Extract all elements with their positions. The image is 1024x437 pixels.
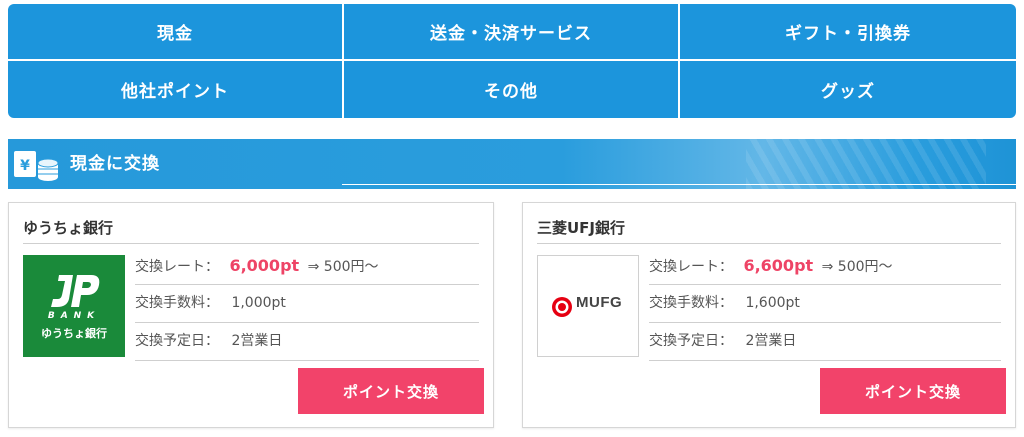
rate-yen: ⇒ 500円～ — [821, 259, 893, 275]
fee-label: 交換手数料： — [135, 295, 219, 311]
fee-label: 交換手数料： — [649, 295, 733, 311]
section-title: 現金に交換 — [70, 154, 160, 174]
fee-value: 1,600pt — [745, 295, 800, 311]
bank-card-mufg: 三菱UFJ銀行 MUFG 交換レート： 6,600pt ⇒ 500円～ 交換手数… — [522, 202, 1016, 428]
rate-value: 6,000pt — [229, 256, 300, 275]
exchange-info: 交換レート： 6,600pt ⇒ 500円～ 交換手数料： 1,600pt 交換… — [649, 247, 1001, 361]
fee-row: 交換手数料： 1,000pt — [135, 285, 479, 323]
category-cash[interactable]: 現金 — [8, 4, 344, 61]
category-remittance-payment[interactable]: 送金・決済サービス — [344, 4, 680, 61]
rate-row: 交換レート： 6,000pt ⇒ 500円～ — [135, 247, 479, 285]
rate-row: 交換レート： 6,600pt ⇒ 500円～ — [649, 247, 1001, 285]
exchange-info: 交換レート： 6,000pt ⇒ 500円～ 交換手数料： 1,000pt 交換… — [135, 247, 479, 361]
category-goods[interactable]: グッズ — [680, 61, 1016, 118]
date-label: 交換予定日： — [135, 333, 219, 349]
point-exchange-button[interactable]: ポイント交換 — [298, 368, 484, 414]
category-other-points[interactable]: 他社ポイント — [8, 61, 344, 118]
category-gift-voucher[interactable]: ギフト・引換券 — [680, 4, 1016, 61]
date-value: 2営業日 — [231, 333, 283, 349]
fee-row: 交換手数料： 1,600pt — [649, 285, 1001, 323]
mufg-logo-text: MUFG — [576, 294, 623, 311]
money-icon: ¥ — [14, 151, 59, 181]
svg-text:¥: ¥ — [20, 158, 30, 174]
date-value: 2営業日 — [745, 333, 797, 349]
date-row: 交換予定日： 2営業日 — [135, 323, 479, 361]
bank-name: ゆうちょ銀行 — [23, 215, 479, 244]
rate-label: 交換レート： — [649, 259, 733, 275]
category-others[interactable]: その他 — [344, 61, 680, 118]
logo-bank-text: BANK — [47, 311, 101, 321]
point-exchange-button[interactable]: ポイント交換 — [820, 368, 1006, 414]
bank-card-yucho: ゆうちょ銀行 BANK ゆうちょ銀行 交換レート： 6,000pt ⇒ 500円… — [8, 202, 494, 428]
header-decoration — [746, 139, 986, 189]
jp-bank-logo-icon — [51, 275, 100, 307]
fee-value: 1,000pt — [231, 295, 286, 311]
section-header: ¥ 現金に交換 — [8, 139, 1016, 189]
date-label: 交換予定日： — [649, 333, 733, 349]
rate-value: 6,600pt — [743, 256, 814, 275]
bank-name: 三菱UFJ銀行 — [537, 215, 1001, 244]
rate-label: 交換レート： — [135, 259, 219, 275]
header-underline — [342, 184, 1016, 185]
mufg-logo: MUFG — [537, 255, 639, 357]
yucho-logo: BANK ゆうちょ銀行 — [23, 255, 125, 357]
rate-yen: ⇒ 500円～ — [307, 259, 379, 275]
date-row: 交換予定日： 2営業日 — [649, 323, 1001, 361]
logo-bank-name: ゆうちょ銀行 — [41, 327, 107, 340]
category-nav: 現金 送金・決済サービス ギフト・引換券 他社ポイント その他 グッズ — [8, 4, 1016, 118]
mufg-logo-icon — [552, 297, 572, 317]
